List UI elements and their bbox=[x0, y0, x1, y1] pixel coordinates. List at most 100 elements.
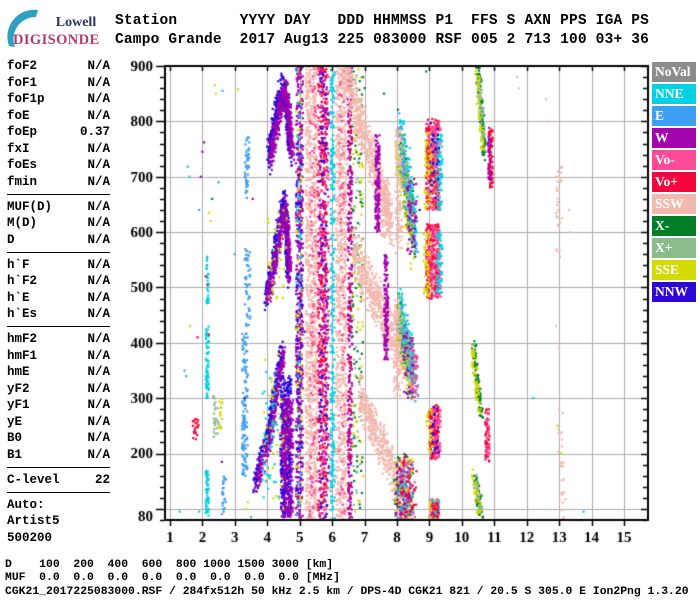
param-value: N/A bbox=[87, 92, 110, 107]
legend-item-SSW: SSW bbox=[652, 194, 696, 214]
param-value: N/A bbox=[87, 59, 110, 74]
footer-file-info: CGK21_2017225083000.RSF / 284fx512h 50 k… bbox=[5, 586, 689, 598]
param-value: N/A bbox=[87, 199, 110, 214]
param-value: N/A bbox=[87, 348, 110, 363]
param-label: fmin bbox=[7, 174, 38, 189]
legend-item-E: E bbox=[652, 106, 696, 126]
param-label: h`F2 bbox=[7, 274, 38, 289]
param-value: N/A bbox=[87, 141, 110, 156]
parameter-panel: foF2 N/A foF1 N/A foF1p N/A foE N/A foEp 0.37 fxI N… bbox=[7, 58, 110, 546]
param-row-hF: h`F N/A bbox=[7, 257, 110, 274]
param-row-hF2: h`F2 N/A bbox=[7, 273, 110, 290]
param-value: N/A bbox=[87, 414, 110, 429]
param-row-yF1: yF1 N/A bbox=[7, 397, 110, 414]
param-row-B0: B0 N/A bbox=[7, 430, 110, 447]
param-row-hEs: h`Es N/A bbox=[7, 306, 110, 323]
param-label: foE bbox=[7, 108, 30, 123]
param-row-hmF1: hmF1 N/A bbox=[7, 348, 110, 365]
param-row-hmE: hmE N/A bbox=[7, 364, 110, 381]
param-row-Auto: Auto: bbox=[7, 497, 110, 514]
panel-divider bbox=[7, 193, 110, 195]
param-row-fmin: fmin N/A bbox=[7, 174, 110, 191]
param-label: foF2 bbox=[7, 59, 38, 74]
param-label: foEp bbox=[7, 125, 38, 140]
param-label: hmF2 bbox=[7, 332, 38, 347]
param-label: M(D) bbox=[7, 216, 38, 231]
param-label: foEs bbox=[7, 158, 38, 173]
legend-item-X: X+ bbox=[652, 238, 696, 258]
param-label: Artist5 bbox=[7, 514, 60, 529]
legend-item-X: X- bbox=[652, 216, 696, 236]
legend-item-NNE: NNE bbox=[652, 84, 696, 104]
param-label: yF1 bbox=[7, 398, 30, 413]
panel-divider bbox=[7, 251, 110, 253]
param-value: N/A bbox=[87, 332, 110, 347]
param-value: N/A bbox=[87, 290, 110, 305]
param-label: Auto: bbox=[7, 497, 45, 512]
param-label: h`E bbox=[7, 290, 30, 305]
param-row-MD: M(D) N/A bbox=[7, 215, 110, 232]
param-value: N/A bbox=[87, 257, 110, 272]
digisonde-ionogram-window: Lowell DIGISONDE Station YYYY DAY DDD HH… bbox=[0, 0, 700, 600]
footer-muf-row: MUF 0.0 0.0 0.0 0.0 0.0 0.0 0.0 0.0 [MHz… bbox=[5, 572, 340, 584]
param-row-MUFD: MUF(D) N/A bbox=[7, 199, 110, 216]
param-label: hmF1 bbox=[7, 348, 38, 363]
param-value: N/A bbox=[87, 398, 110, 413]
param-row-foE: foE N/A bbox=[7, 108, 110, 125]
param-value: N/A bbox=[87, 75, 110, 90]
lowell-digisonde-logo: Lowell DIGISONDE bbox=[4, 6, 114, 54]
param-label: MUF(D) bbox=[7, 199, 53, 214]
logo-text-digisonde: DIGISONDE bbox=[13, 32, 100, 48]
param-label: foF1 bbox=[7, 75, 38, 90]
param-label: B1 bbox=[7, 447, 23, 462]
param-row-Clevel: C-level 22 bbox=[7, 472, 110, 489]
param-value: N/A bbox=[87, 365, 110, 380]
header-station-values: Campo Grande 2017 Aug13 225 083000 RSF 0… bbox=[115, 32, 650, 48]
param-row-500200: 500200 bbox=[7, 530, 110, 547]
param-row-yF2: yF2 N/A bbox=[7, 381, 110, 398]
param-value: N/A bbox=[87, 381, 110, 396]
legend-item-NNW: NNW bbox=[652, 282, 696, 302]
param-label: h`F bbox=[7, 257, 30, 272]
logo-text-lowell: Lowell bbox=[55, 15, 97, 30]
param-label: 500200 bbox=[7, 530, 53, 545]
panel-divider bbox=[7, 466, 110, 468]
param-value: 0.37 bbox=[79, 125, 110, 140]
legend-item-NoVal: NoVal bbox=[652, 62, 696, 82]
param-row-foF1p: foF1p N/A bbox=[7, 91, 110, 108]
param-value: N/A bbox=[87, 174, 110, 189]
param-row-foEs: foEs N/A bbox=[7, 157, 110, 174]
param-row-D: D N/A bbox=[7, 232, 110, 249]
param-value: N/A bbox=[87, 108, 110, 123]
param-label: C-level bbox=[7, 472, 60, 487]
param-label: D bbox=[7, 232, 15, 247]
param-row-foEp: foEp 0.37 bbox=[7, 124, 110, 141]
param-value: N/A bbox=[87, 158, 110, 173]
param-row-foF2: foF2 N/A bbox=[7, 58, 110, 75]
panel-divider bbox=[7, 326, 110, 327]
param-row-Artist5: Artist5 bbox=[7, 513, 110, 530]
panel-divider bbox=[7, 491, 110, 493]
param-row-hE: h`E N/A bbox=[7, 290, 110, 307]
header-column-labels: Station YYYY DAY DDD HHMMSS P1 FFS S AXN… bbox=[115, 13, 650, 29]
param-row-fxI: fxI N/A bbox=[7, 141, 110, 158]
param-value: N/A bbox=[87, 307, 110, 322]
param-label: h`Es bbox=[7, 307, 38, 322]
param-label: hmE bbox=[7, 365, 30, 380]
param-row-B1: B1 N/A bbox=[7, 447, 110, 464]
param-label: yE bbox=[7, 414, 23, 429]
legend-item-W: W bbox=[652, 128, 696, 148]
param-label: yF2 bbox=[7, 381, 30, 396]
param-label: B0 bbox=[7, 431, 23, 446]
param-value: N/A bbox=[87, 232, 110, 247]
legend-item-Vo: Vo+ bbox=[652, 172, 696, 192]
param-row-yE: yE N/A bbox=[7, 414, 110, 431]
param-value: N/A bbox=[87, 447, 110, 462]
param-row-foF1: foF1 N/A bbox=[7, 75, 110, 92]
param-value: N/A bbox=[87, 216, 110, 231]
legend-item-Vo: Vo- bbox=[652, 150, 696, 170]
ionogram-plot bbox=[110, 55, 650, 555]
param-label: fxI bbox=[7, 141, 30, 156]
direction-color-legend: NoVal NNE E W Vo- Vo+ SSW X- X+ SSE NNW bbox=[652, 62, 696, 304]
param-value: 22 bbox=[94, 472, 110, 487]
